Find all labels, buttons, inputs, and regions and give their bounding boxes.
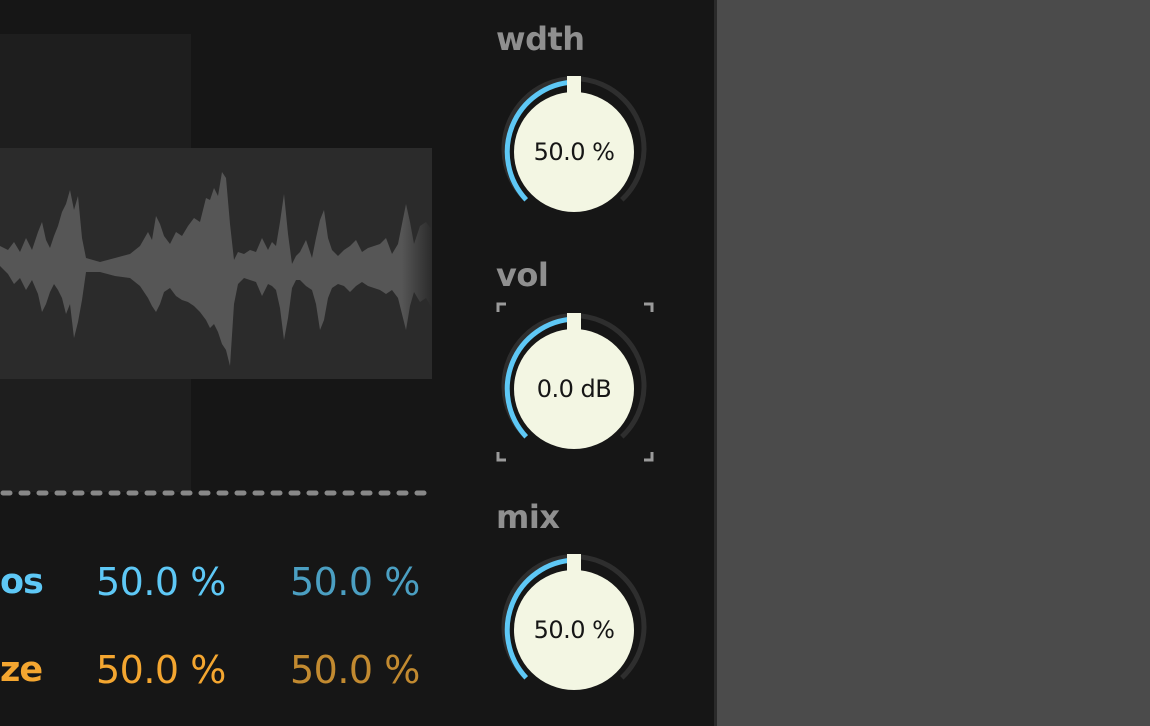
knob-label-width: wdth bbox=[496, 20, 585, 58]
waveform-display[interactable] bbox=[0, 0, 440, 500]
volume-knob[interactable]: 0.0 dB bbox=[498, 313, 650, 465]
mix-value: 50.0 % bbox=[533, 616, 615, 644]
volume-value: 0.0 dB bbox=[536, 375, 612, 403]
param-label-size: ze bbox=[0, 650, 43, 690]
knob-label-volume: vol bbox=[496, 256, 549, 294]
param-value-pos-a[interactable]: 50.0 % bbox=[96, 560, 226, 604]
knob-label-mix: mix bbox=[496, 498, 560, 536]
param-label-pos: os bbox=[0, 562, 44, 602]
width-value: 50.0 % bbox=[533, 138, 615, 166]
width-knob[interactable]: 50.0 % bbox=[498, 76, 650, 228]
param-value-size-a[interactable]: 50.0 % bbox=[96, 648, 226, 692]
plugin-panel: os 50.0 % 50.0 % ze 50.0 % 50.0 % wdth 5… bbox=[0, 0, 714, 726]
host-background bbox=[717, 0, 1150, 726]
param-value-pos-b[interactable]: 50.0 % bbox=[290, 560, 420, 604]
mix-knob[interactable]: 50.0 % bbox=[498, 554, 650, 706]
param-value-size-b[interactable]: 50.0 % bbox=[290, 648, 420, 692]
